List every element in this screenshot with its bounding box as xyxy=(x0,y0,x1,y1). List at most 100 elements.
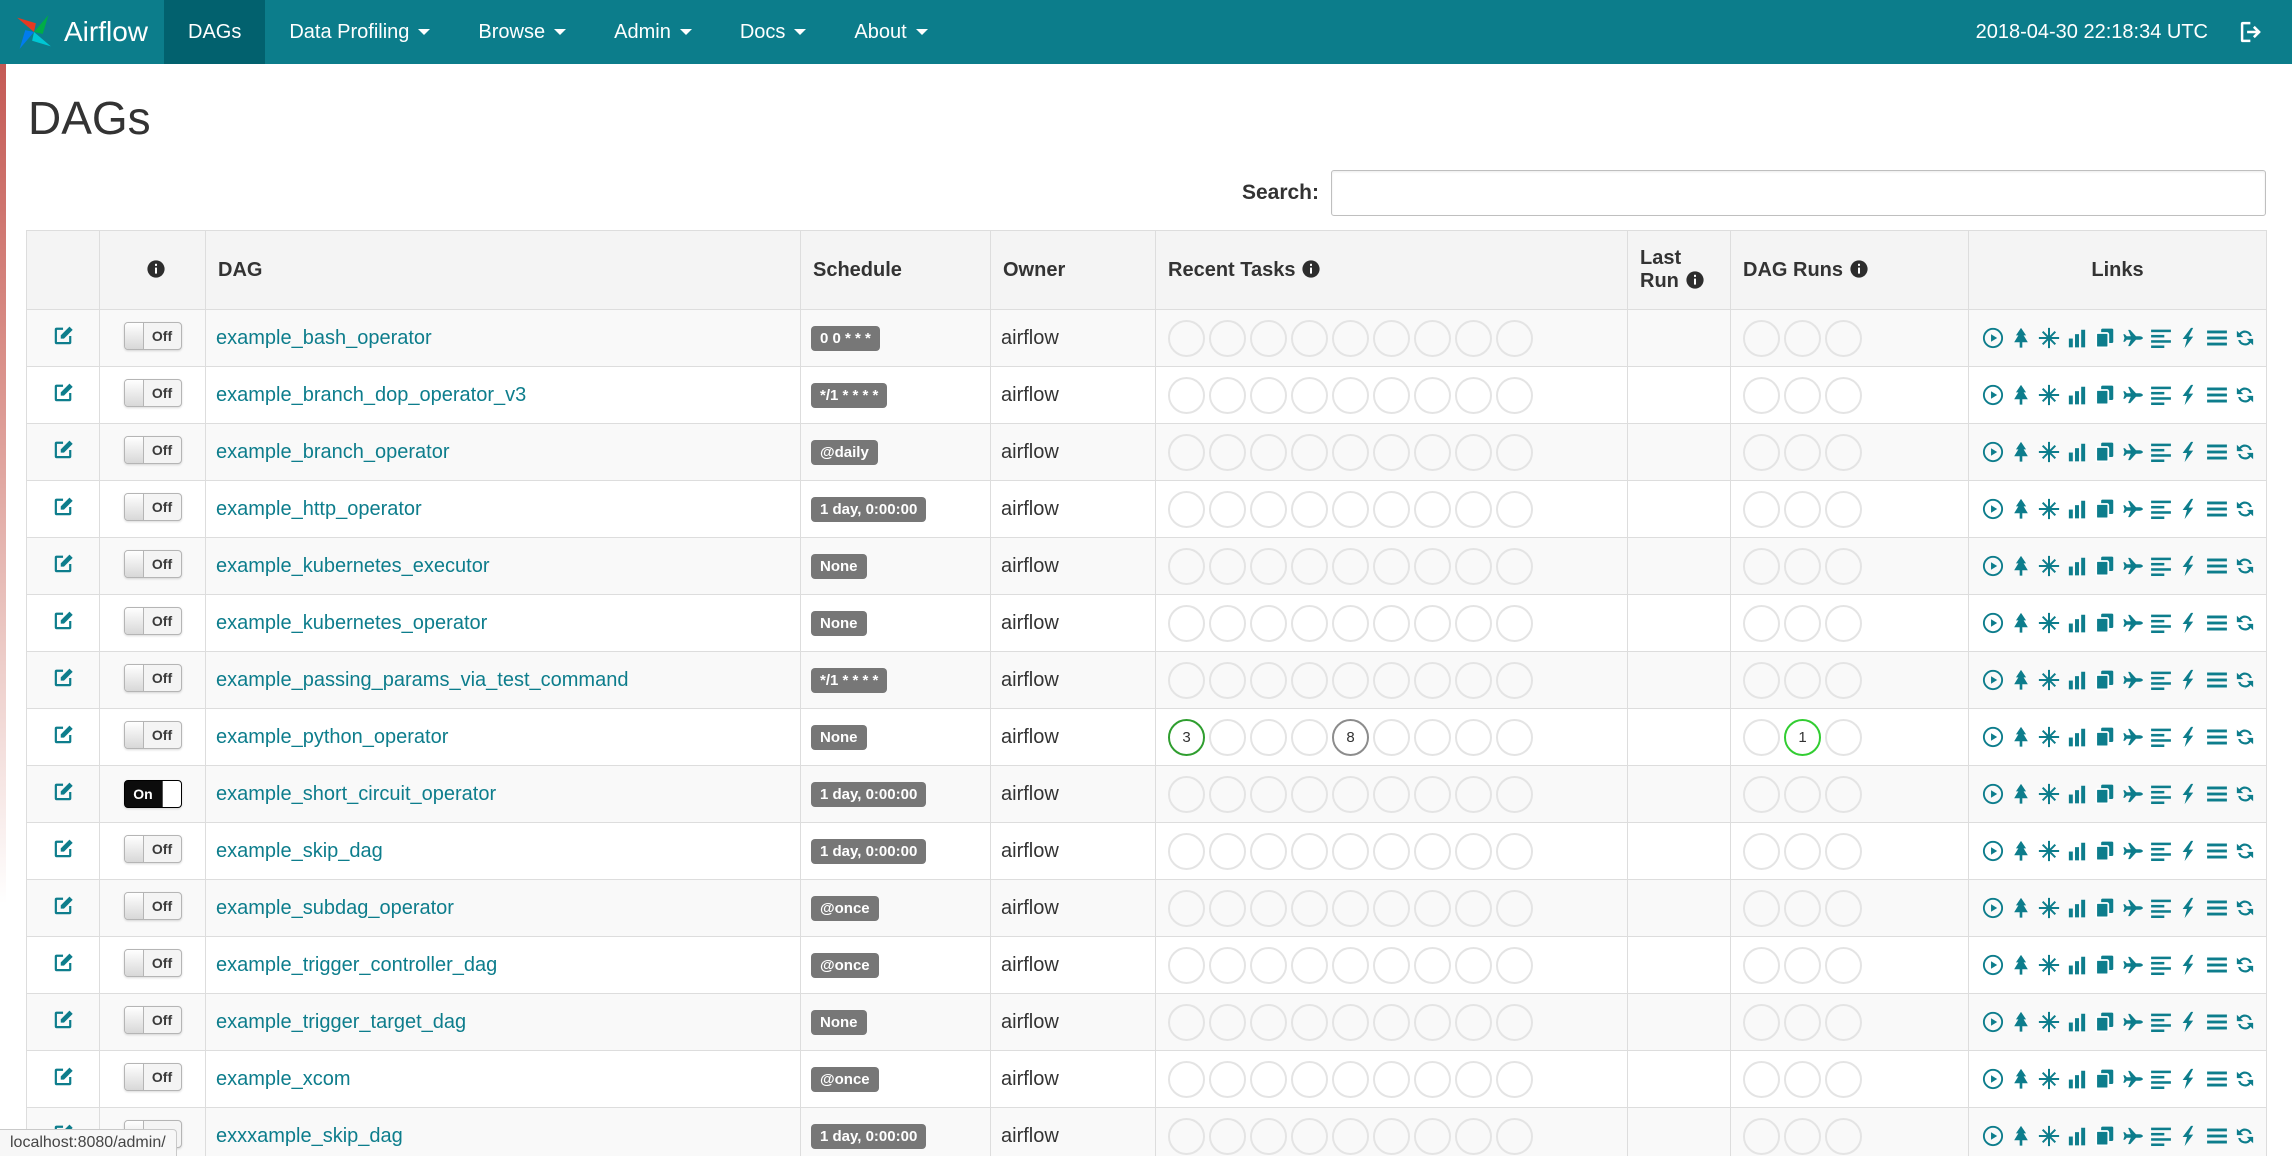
dag-link[interactable]: example_branch_dop_operator_v3 xyxy=(216,384,526,406)
task-status-circle[interactable] xyxy=(1250,1117,1287,1155)
dag-link[interactable]: example_short_circuit_operator xyxy=(216,783,496,805)
dag-run-circle[interactable] xyxy=(1825,718,1862,756)
pause-toggle[interactable]: Off xyxy=(123,606,182,635)
header-recent-tasks[interactable]: Recent Tasks xyxy=(1155,230,1628,310)
pause-toggle[interactable]: Off xyxy=(123,492,182,521)
copy-link[interactable] xyxy=(2094,669,2116,691)
copy-link[interactable] xyxy=(2094,498,2116,520)
play-circle-link[interactable] xyxy=(1982,783,2004,805)
asterisk-link[interactable] xyxy=(2038,498,2060,520)
bolt-link[interactable] xyxy=(2178,441,2200,463)
plane-link[interactable] xyxy=(2122,327,2144,349)
list-link[interactable] xyxy=(2206,384,2228,406)
task-status-circle[interactable] xyxy=(1496,1003,1533,1041)
tree-link[interactable] xyxy=(2010,555,2032,577)
dag-run-circle[interactable] xyxy=(1825,1117,1862,1155)
tree-link[interactable] xyxy=(2010,783,2032,805)
pause-toggle[interactable]: Off xyxy=(123,549,182,578)
task-status-circle[interactable] xyxy=(1209,1060,1246,1098)
copy-link[interactable] xyxy=(2094,441,2116,463)
bolt-link[interactable] xyxy=(2178,897,2200,919)
dag-run-circle[interactable] xyxy=(1784,889,1821,927)
bar-chart-link[interactable] xyxy=(2066,384,2088,406)
play-circle-link[interactable] xyxy=(1982,327,2004,349)
asterisk-link[interactable] xyxy=(2038,1011,2060,1033)
task-status-circle[interactable] xyxy=(1168,433,1205,471)
bolt-link[interactable] xyxy=(2178,327,2200,349)
list-link[interactable] xyxy=(2206,783,2228,805)
task-status-circle[interactable] xyxy=(1250,433,1287,471)
task-status-circle[interactable] xyxy=(1209,661,1246,699)
play-circle-link[interactable] xyxy=(1982,840,2004,862)
bolt-link[interactable] xyxy=(2178,669,2200,691)
dag-detail-link[interactable] xyxy=(52,837,75,860)
dag-detail-link[interactable] xyxy=(52,780,75,803)
tree-link[interactable] xyxy=(2010,1068,2032,1090)
bar-chart-link[interactable] xyxy=(2066,441,2088,463)
task-status-circle[interactable] xyxy=(1414,946,1451,984)
bar-chart-link[interactable] xyxy=(2066,1125,2088,1147)
header-links[interactable]: Links xyxy=(1968,230,2267,310)
task-status-circle[interactable] xyxy=(1250,490,1287,528)
tree-link[interactable] xyxy=(2010,897,2032,919)
task-status-circle[interactable] xyxy=(1414,1117,1451,1155)
nav-item-dags[interactable]: DAGs xyxy=(164,0,266,64)
dag-link[interactable]: example_trigger_controller_dag xyxy=(216,954,497,976)
tree-link[interactable] xyxy=(2010,327,2032,349)
task-status-circle[interactable] xyxy=(1373,433,1410,471)
task-status-circle[interactable] xyxy=(1455,1117,1492,1155)
dag-link[interactable]: example_http_operator xyxy=(216,498,422,520)
dag-run-circle[interactable] xyxy=(1743,319,1780,357)
dag-detail-link[interactable] xyxy=(52,381,75,404)
task-status-circle[interactable] xyxy=(1209,604,1246,642)
list-link[interactable] xyxy=(2206,1068,2228,1090)
align-left-link[interactable] xyxy=(2150,954,2172,976)
plane-link[interactable] xyxy=(2122,669,2144,691)
plane-link[interactable] xyxy=(2122,1125,2144,1147)
play-circle-link[interactable] xyxy=(1982,441,2004,463)
task-status-circle[interactable] xyxy=(1455,832,1492,870)
task-status-circle[interactable] xyxy=(1291,490,1328,528)
task-status-circle[interactable] xyxy=(1496,433,1533,471)
dag-run-circle[interactable] xyxy=(1743,490,1780,528)
task-status-circle[interactable] xyxy=(1250,376,1287,414)
task-status-circle[interactable] xyxy=(1168,661,1205,699)
task-status-circle[interactable] xyxy=(1168,1117,1205,1155)
plane-link[interactable] xyxy=(2122,1068,2144,1090)
asterisk-link[interactable] xyxy=(2038,669,2060,691)
dag-link[interactable]: example_xcom xyxy=(216,1068,351,1090)
dag-link[interactable]: example_passing_params_via_test_command xyxy=(216,669,628,691)
task-status-circle[interactable] xyxy=(1455,319,1492,357)
bar-chart-link[interactable] xyxy=(2066,897,2088,919)
task-status-circle[interactable] xyxy=(1291,946,1328,984)
task-status-circle[interactable] xyxy=(1168,604,1205,642)
copy-link[interactable] xyxy=(2094,1011,2116,1033)
task-status-circle[interactable] xyxy=(1332,547,1369,585)
dag-run-circle[interactable]: 1 xyxy=(1784,718,1821,756)
pause-toggle[interactable]: Off xyxy=(123,321,182,350)
header-owner[interactable]: Owner xyxy=(990,230,1156,310)
task-status-circle[interactable] xyxy=(1373,319,1410,357)
dag-run-circle[interactable] xyxy=(1825,661,1862,699)
play-circle-link[interactable] xyxy=(1982,1125,2004,1147)
bolt-link[interactable] xyxy=(2178,612,2200,634)
bar-chart-link[interactable] xyxy=(2066,954,2088,976)
pause-toggle[interactable]: Off xyxy=(123,663,182,692)
list-link[interactable] xyxy=(2206,1125,2228,1147)
task-status-circle[interactable] xyxy=(1455,775,1492,813)
pause-toggle[interactable]: Off xyxy=(123,834,182,863)
play-circle-link[interactable] xyxy=(1982,726,2004,748)
dag-run-circle[interactable] xyxy=(1784,661,1821,699)
task-status-circle[interactable]: 8 xyxy=(1332,718,1369,756)
refresh-link[interactable] xyxy=(2234,1011,2256,1033)
dag-detail-link[interactable] xyxy=(52,324,75,347)
refresh-link[interactable] xyxy=(2234,783,2256,805)
dag-link[interactable]: example_skip_dag xyxy=(216,840,383,862)
plane-link[interactable] xyxy=(2122,441,2144,463)
tree-link[interactable] xyxy=(2010,441,2032,463)
task-status-circle[interactable] xyxy=(1414,718,1451,756)
task-status-circle[interactable] xyxy=(1455,889,1492,927)
dag-run-circle[interactable] xyxy=(1743,1060,1780,1098)
task-status-circle[interactable] xyxy=(1250,889,1287,927)
task-status-circle[interactable] xyxy=(1332,775,1369,813)
